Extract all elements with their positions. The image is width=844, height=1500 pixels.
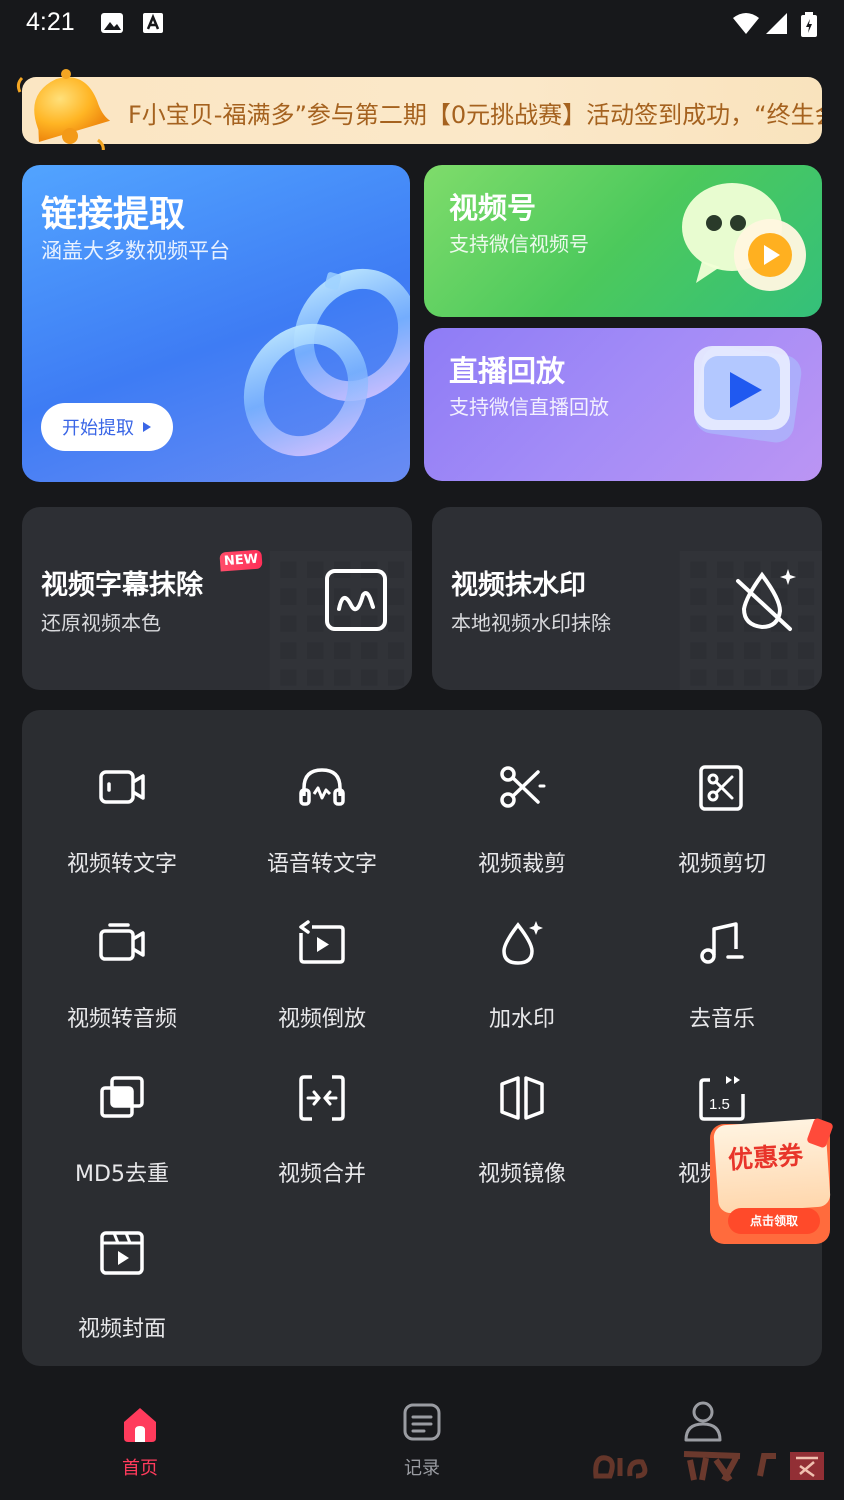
tool-label: 视频合并 xyxy=(277,1162,366,1187)
clapper-icon xyxy=(100,1231,144,1275)
tool-video-crop[interactable]: 视频裁剪 xyxy=(422,722,622,877)
play-arrow-icon xyxy=(143,422,151,432)
svg-text:1.5: 1.5 xyxy=(709,1096,730,1113)
reverse-play-icon xyxy=(299,920,345,964)
nav-home[interactable]: 首页 xyxy=(70,1386,210,1500)
corner-watermark-stamp xyxy=(593,1451,824,1482)
subtitle-erase-icon xyxy=(325,569,387,631)
subtitle-erase-card[interactable]: ▦ 视频字幕抹除 NEW 还原视频本色 xyxy=(22,507,412,690)
tool-video-cut[interactable]: 视频剪切 xyxy=(622,722,822,877)
tool-speech-to-text[interactable]: 语音转文字 xyxy=(222,722,422,877)
tool-video-reverse[interactable]: 视频倒放 xyxy=(222,877,422,1032)
status-time: 4:21 xyxy=(26,8,75,36)
tool-label: 视频转文字 xyxy=(66,852,177,877)
tool-md5-dedupe[interactable]: MD5去重 xyxy=(22,1032,222,1187)
signal-icon xyxy=(766,13,787,34)
font-icon xyxy=(143,13,163,33)
notice-text: F小宝贝-福满多”参与第二期【0元挑战赛】活动签到成功，“终生会 xyxy=(128,101,822,129)
record-icon xyxy=(403,1403,441,1441)
subtitle-erase-title: 视频字幕抹除 xyxy=(41,570,203,601)
watermark-erase-title: 视频抹水印 xyxy=(451,570,586,601)
headphones-icon xyxy=(299,768,345,806)
watermark-erase-card[interactable]: ▦ 视频抹水印 本地视频水印抹除 xyxy=(432,507,822,690)
scissors-icon xyxy=(500,766,546,808)
start-extract-label: 开始提取 xyxy=(62,418,134,439)
tool-video-to-text[interactable]: 视频转文字 xyxy=(22,722,222,877)
tool-label: 视频剪切 xyxy=(677,852,766,877)
tool-video-cover[interactable]: 视频封面 xyxy=(22,1187,222,1342)
card-channel-title: 视频号 xyxy=(449,191,537,225)
watermark-erase-subtitle: 本地视频水印抹除 xyxy=(451,611,611,635)
home-icon xyxy=(124,1408,156,1442)
battery-icon xyxy=(801,12,817,37)
coupon-widget[interactable]: 优惠券 点击领取 xyxy=(706,1118,840,1248)
tool-label: 视频转音频 xyxy=(66,1007,177,1032)
speed-icon: 1.5 xyxy=(699,1076,745,1121)
nav-record-label: 记录 xyxy=(404,1458,440,1479)
water-drop-icon xyxy=(502,921,543,965)
cut-frame-icon xyxy=(699,765,743,811)
tool-add-watermark[interactable]: 加水印 xyxy=(422,877,622,1032)
gallery-icon xyxy=(101,13,123,33)
live-replay-card[interactable]: 直播回放 支持微信直播回放 xyxy=(424,328,822,481)
wechat-channel-icon xyxy=(682,183,806,291)
live-play-icon xyxy=(694,346,802,443)
wifi-icon xyxy=(733,13,759,34)
profile-icon xyxy=(684,1401,722,1442)
chain-link-icon xyxy=(243,268,410,457)
card-channel-subtitle: 支持微信视频号 xyxy=(449,232,589,256)
layers-icon xyxy=(100,1076,144,1118)
video-channel-card[interactable]: 视频号 支持微信视频号 xyxy=(424,165,822,317)
subtitle-erase-subtitle: 还原视频本色 xyxy=(41,611,161,635)
merge-icon xyxy=(299,1075,345,1121)
tool-label: 去音乐 xyxy=(688,1007,755,1032)
tool-label: 加水印 xyxy=(488,1007,555,1032)
tool-label: 视频镜像 xyxy=(477,1162,566,1187)
nav-record[interactable]: 记录 xyxy=(352,1386,492,1500)
coupon-button-label: 点击领取 xyxy=(749,1214,798,1228)
tools-panel: 视频转文字 语音转文字 视频裁剪 视频剪切 视频转音频 视频倒放 加水印 去音乐… xyxy=(22,710,822,1366)
card-link-subtitle: 涵盖大多数视频平台 xyxy=(41,239,230,263)
new-badge: NEW xyxy=(219,549,263,572)
bell-icon xyxy=(16,69,111,150)
notice-banner[interactable]: F小宝贝-福满多”参与第二期【0元挑战赛】活动签到成功，“终生会 xyxy=(22,77,822,144)
video-to-audio-icon xyxy=(99,923,145,961)
status-bar: 4:21 xyxy=(0,0,844,48)
video-camera-icon xyxy=(99,770,145,804)
tool-label: 视频封面 xyxy=(77,1317,166,1342)
mirror-icon xyxy=(500,1076,544,1120)
tool-remove-music[interactable]: 去音乐 xyxy=(622,877,822,1032)
tool-video-to-audio[interactable]: 视频转音频 xyxy=(22,877,222,1032)
nav-home-label: 首页 xyxy=(122,1458,158,1479)
tool-label: 语音转文字 xyxy=(266,852,377,877)
tool-video-merge[interactable]: 视频合并 xyxy=(222,1032,422,1187)
tool-video-mirror[interactable]: 视频镜像 xyxy=(422,1032,622,1187)
card-live-title: 直播回放 xyxy=(449,354,566,388)
link-extract-card[interactable]: 链接提取 涵盖大多数视频平台 开始提取 xyxy=(22,165,410,482)
card-live-subtitle: 支持微信直播回放 xyxy=(449,395,609,419)
start-extract-button[interactable]: 开始提取 xyxy=(41,403,173,451)
music-note-icon xyxy=(700,922,744,964)
tool-label: 视频倒放 xyxy=(277,1007,366,1032)
card-link-title: 链接提取 xyxy=(41,194,186,235)
coupon-title: 优惠券 xyxy=(727,1140,805,1175)
tool-label: MD5去重 xyxy=(75,1162,169,1187)
watermark-remove-icon xyxy=(736,569,796,631)
tool-label: 视频裁剪 xyxy=(477,852,566,877)
